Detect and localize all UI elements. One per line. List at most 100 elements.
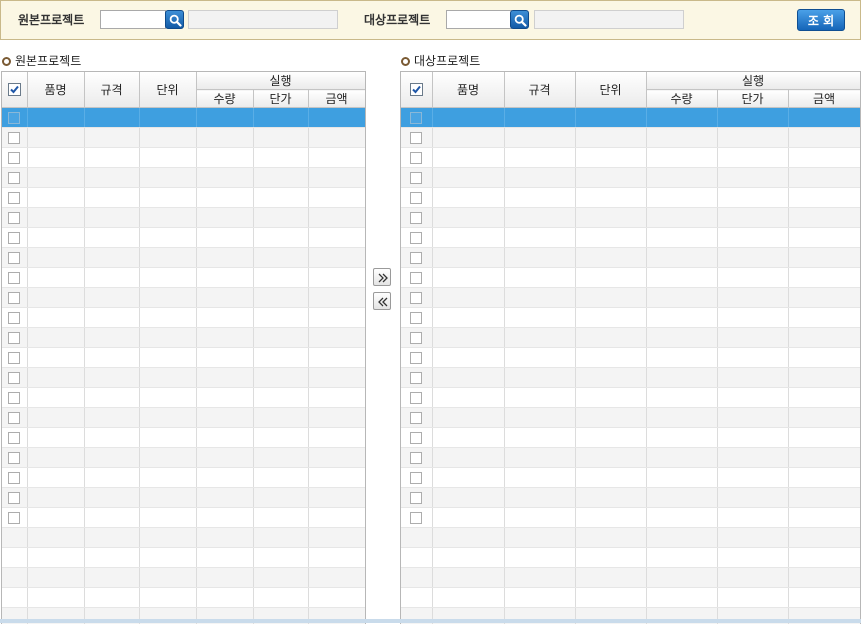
table-row[interactable]	[2, 228, 365, 248]
row-select-cell[interactable]	[401, 328, 432, 348]
table-row[interactable]	[2, 108, 365, 128]
table-cell[interactable]	[253, 488, 308, 508]
table-row[interactable]	[2, 588, 365, 608]
table-row[interactable]	[2, 348, 365, 368]
table-cell[interactable]	[432, 428, 504, 448]
table-cell[interactable]	[139, 448, 196, 468]
row-checkbox[interactable]	[8, 352, 20, 364]
row-checkbox[interactable]	[8, 292, 20, 304]
table-cell[interactable]	[432, 108, 504, 128]
table-cell[interactable]	[308, 508, 365, 528]
table-cell[interactable]	[196, 288, 253, 308]
row-checkbox[interactable]	[8, 132, 20, 144]
row-checkbox[interactable]	[410, 252, 422, 264]
row-checkbox[interactable]	[410, 492, 422, 504]
table-cell[interactable]	[308, 408, 365, 428]
table-cell[interactable]	[139, 108, 196, 128]
table-cell[interactable]	[575, 588, 646, 608]
table-cell[interactable]	[646, 548, 717, 568]
row-select-cell[interactable]	[401, 248, 432, 268]
table-cell[interactable]	[196, 128, 253, 148]
column-header-amount[interactable]: 금액	[788, 90, 860, 108]
move-right-button[interactable]	[373, 268, 391, 286]
row-select-cell[interactable]	[401, 548, 432, 568]
table-cell[interactable]	[717, 488, 788, 508]
column-header-unit[interactable]: 단위	[575, 72, 646, 108]
row-checkbox[interactable]	[8, 432, 20, 444]
table-cell[interactable]	[575, 488, 646, 508]
table-row[interactable]	[2, 168, 365, 188]
table-cell[interactable]	[196, 108, 253, 128]
table-cell[interactable]	[196, 308, 253, 328]
table-cell[interactable]	[788, 388, 860, 408]
table-cell[interactable]	[788, 508, 860, 528]
table-cell[interactable]	[253, 228, 308, 248]
table-cell[interactable]	[139, 548, 196, 568]
table-cell[interactable]	[717, 248, 788, 268]
row-checkbox[interactable]	[410, 152, 422, 164]
table-cell[interactable]	[139, 588, 196, 608]
table-cell[interactable]	[27, 348, 84, 368]
row-checkbox[interactable]	[410, 372, 422, 384]
table-cell[interactable]	[253, 508, 308, 528]
query-button[interactable]: 조 회	[797, 9, 845, 31]
row-select-cell[interactable]	[401, 148, 432, 168]
table-cell[interactable]	[139, 468, 196, 488]
table-cell[interactable]	[717, 388, 788, 408]
table-cell[interactable]	[27, 148, 84, 168]
table-cell[interactable]	[196, 388, 253, 408]
table-cell[interactable]	[84, 568, 139, 588]
row-checkbox[interactable]	[8, 232, 20, 244]
table-cell[interactable]	[84, 348, 139, 368]
table-row[interactable]	[401, 448, 860, 468]
table-cell[interactable]	[253, 328, 308, 348]
table-cell[interactable]	[646, 228, 717, 248]
table-cell[interactable]	[575, 368, 646, 388]
table-cell[interactable]	[646, 508, 717, 528]
table-cell[interactable]	[196, 488, 253, 508]
table-cell[interactable]	[717, 508, 788, 528]
table-cell[interactable]	[308, 468, 365, 488]
table-row[interactable]	[2, 368, 365, 388]
table-cell[interactable]	[253, 128, 308, 148]
table-cell[interactable]	[139, 568, 196, 588]
table-cell[interactable]	[646, 248, 717, 268]
table-row[interactable]	[401, 488, 860, 508]
table-cell[interactable]	[308, 588, 365, 608]
table-cell[interactable]	[646, 388, 717, 408]
table-row[interactable]	[401, 248, 860, 268]
table-cell[interactable]	[139, 528, 196, 548]
table-cell[interactable]	[196, 208, 253, 228]
move-left-button[interactable]	[373, 292, 391, 310]
table-row[interactable]	[401, 368, 860, 388]
table-cell[interactable]	[84, 428, 139, 448]
table-cell[interactable]	[27, 228, 84, 248]
table-cell[interactable]	[253, 248, 308, 268]
table-cell[interactable]	[84, 488, 139, 508]
source-project-code-input[interactable]	[100, 10, 166, 29]
table-cell[interactable]	[27, 168, 84, 188]
table-cell[interactable]	[27, 368, 84, 388]
row-select-cell[interactable]	[401, 308, 432, 328]
table-row[interactable]	[401, 508, 860, 528]
table-cell[interactable]	[196, 468, 253, 488]
table-cell[interactable]	[27, 128, 84, 148]
row-checkbox[interactable]	[410, 472, 422, 484]
row-select-cell[interactable]	[2, 228, 27, 248]
table-cell[interactable]	[717, 428, 788, 448]
table-cell[interactable]	[717, 188, 788, 208]
table-cell[interactable]	[139, 268, 196, 288]
table-cell[interactable]	[196, 188, 253, 208]
table-row[interactable]	[2, 288, 365, 308]
table-cell[interactable]	[308, 228, 365, 248]
table-row[interactable]	[2, 408, 365, 428]
table-cell[interactable]	[646, 168, 717, 188]
column-header-amount[interactable]: 금액	[308, 90, 365, 108]
row-select-cell[interactable]	[2, 368, 27, 388]
table-cell[interactable]	[788, 308, 860, 328]
table-cell[interactable]	[308, 548, 365, 568]
row-checkbox[interactable]	[410, 512, 422, 524]
row-checkbox[interactable]	[410, 452, 422, 464]
table-cell[interactable]	[139, 348, 196, 368]
table-cell[interactable]	[575, 348, 646, 368]
